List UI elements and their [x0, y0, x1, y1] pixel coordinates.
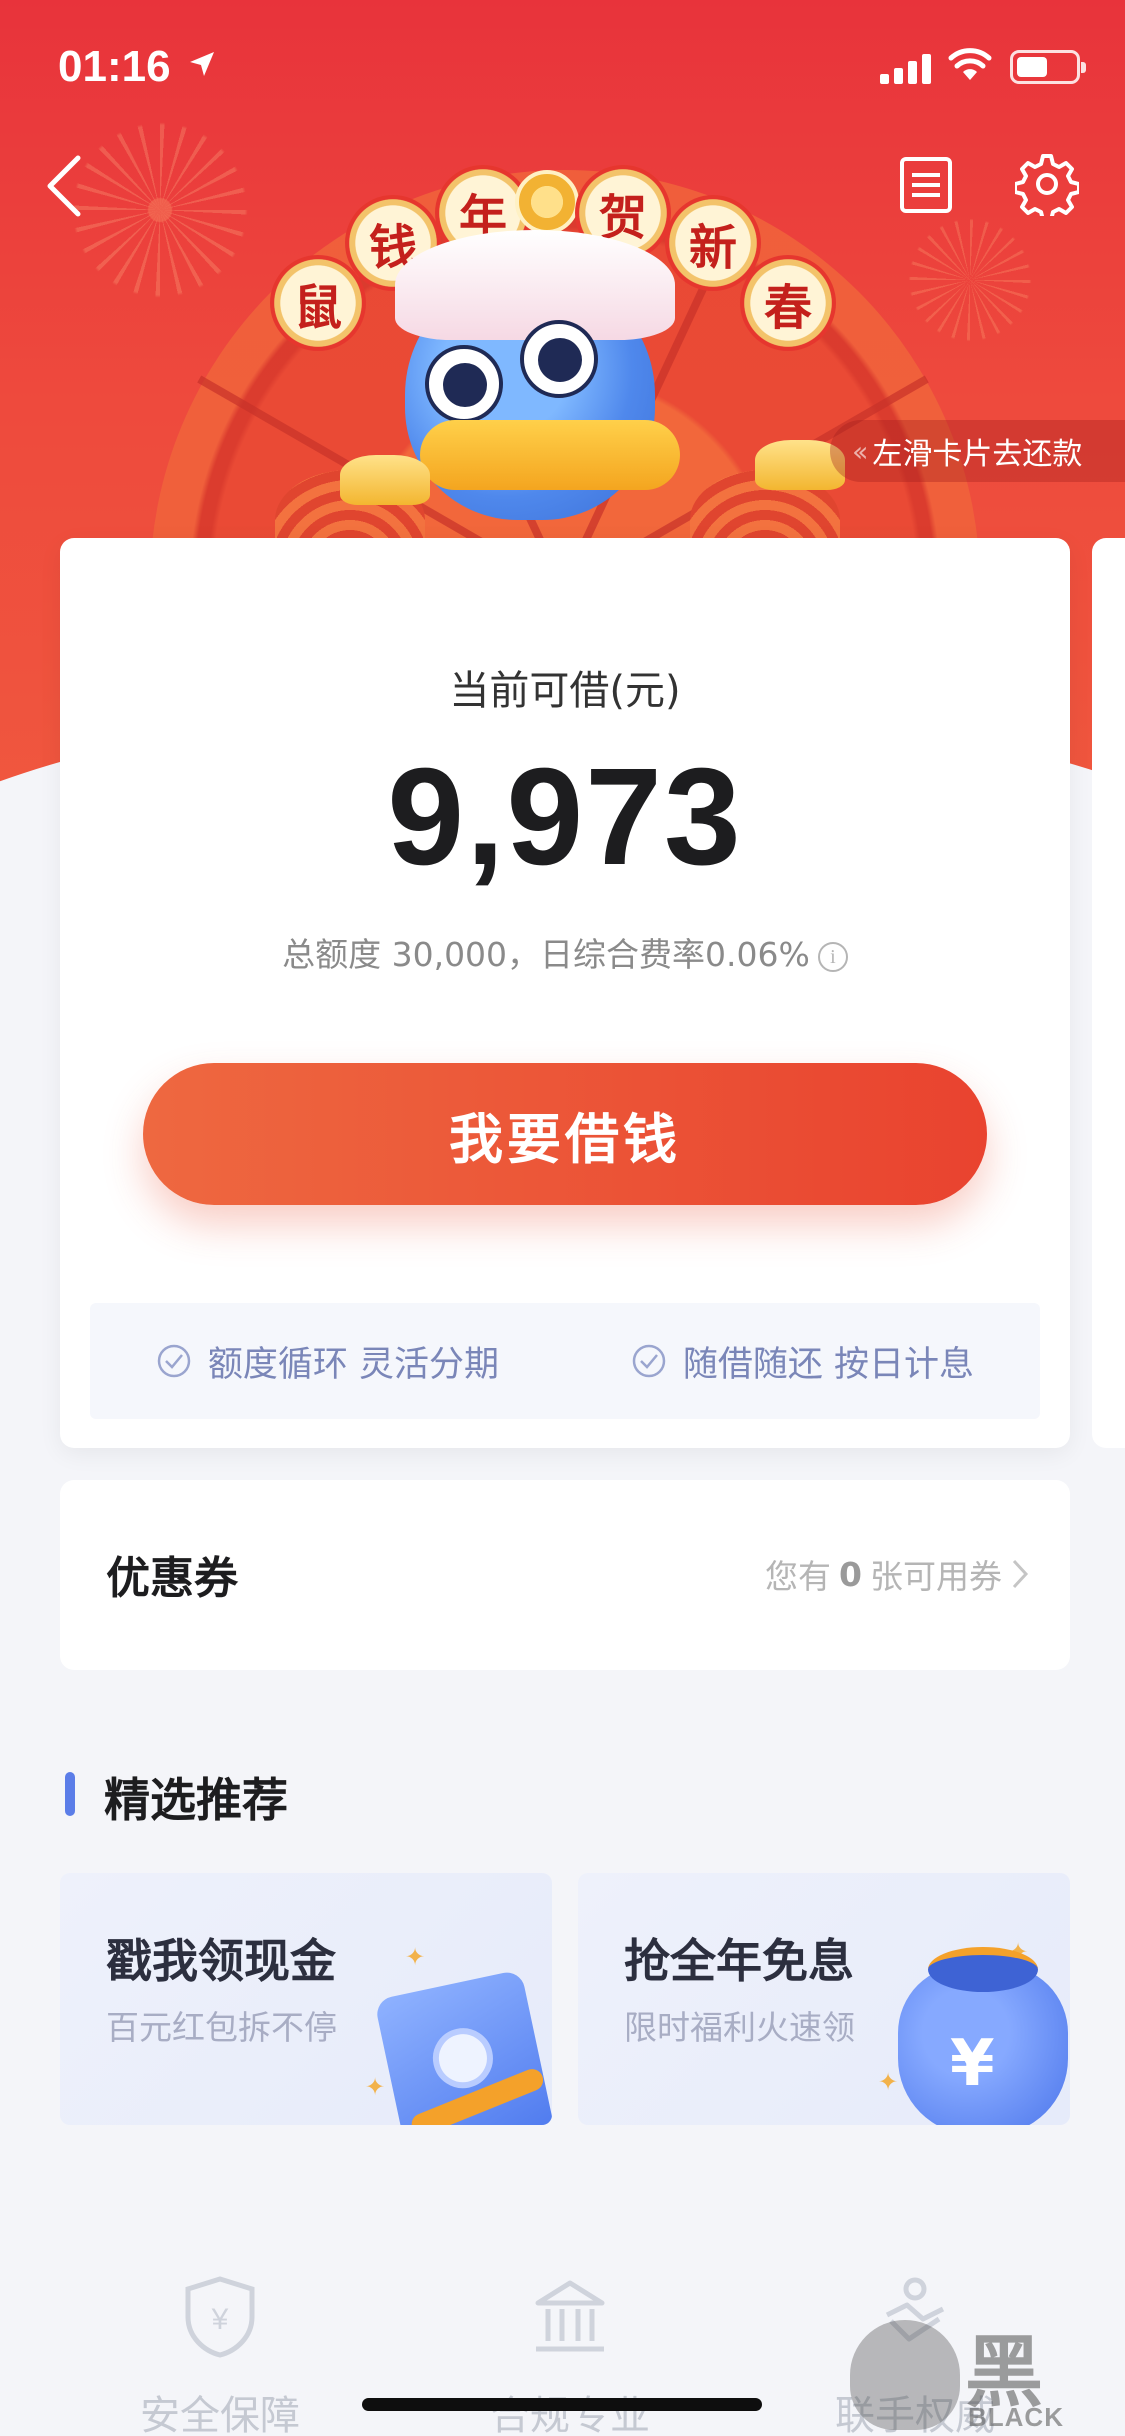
black-cat-watermark: 黑猫 BLACK CAT [850, 2310, 1120, 2436]
sparkle-icon: ✦ [878, 2068, 899, 2096]
available-amount: 9,973 [387, 740, 743, 894]
borrow-button[interactable]: 我要借钱 [143, 1063, 987, 1205]
promo-title: 抢全年免息 [624, 1934, 854, 1988]
back-icon[interactable] [38, 150, 94, 222]
promo-card-interest-free[interactable]: 抢全年免息 限时福利火速领 ✦ ✦ ¥ [578, 1873, 1070, 2125]
cellular-signal-icon [880, 52, 932, 84]
chevron-right-icon [1012, 1559, 1029, 1589]
available-label: 当前可借(元) [449, 668, 681, 714]
info-icon[interactable]: i [817, 941, 848, 972]
coin-icon [515, 170, 579, 234]
promo-title: 戳我领现金 [106, 1934, 336, 1988]
check-circle-icon [632, 1344, 666, 1378]
feature-label: 额度循环 灵活分期 [207, 1344, 500, 1385]
promo-card-cash[interactable]: 戳我领现金 百元红包拆不停 ✦ ✦ [60, 1873, 552, 2125]
trust-item: ¥ 安全保障 [95, 2275, 345, 2436]
settings-gear-icon[interactable] [1015, 152, 1079, 216]
status-bar: 01:16 [0, 0, 1125, 130]
records-list-icon[interactable] [898, 155, 954, 215]
status-time: 01:16 [58, 42, 171, 91]
feature-item: 额度循环 灵活分期 [156, 1336, 499, 1387]
recommend-title: 精选推荐 [104, 1773, 288, 1827]
wifi-icon [948, 48, 992, 80]
cat-logo-icon [850, 2320, 960, 2430]
limit-info-text: 总额度 30,000，日综合费率0.06% [282, 935, 810, 974]
home-indicator[interactable] [362, 2398, 762, 2411]
coupon-row[interactable]: 优惠券 您有 0 张可用券 [60, 1480, 1070, 1670]
money-bag-icon: ¥ [898, 1947, 1068, 2125]
sparkle-icon: ✦ [405, 1943, 426, 1971]
mascot-scarf [420, 420, 680, 490]
coupon-title: 优惠券 [106, 1553, 238, 1604]
promo-subtitle: 限时福利火速领 [624, 2008, 855, 2047]
coupon-count-value: 0 [839, 1554, 862, 1594]
feature-strip: 额度循环 灵活分期 随借随还 按日计息 [90, 1303, 1040, 1419]
svg-text:¥: ¥ [211, 2303, 229, 2336]
bank-building-icon [535, 2280, 605, 2352]
coupon-suffix: 张可用券 [870, 1557, 1002, 1596]
coupon-prefix: 您有 [765, 1557, 832, 1596]
mascot-eye [520, 320, 598, 398]
sparkle-icon: ✦ [365, 2073, 386, 2101]
coupon-count: 您有 0 张可用券 [765, 1550, 1030, 1598]
trust-label: 安全保障 [140, 2393, 300, 2436]
mascot-lion-hat [395, 230, 675, 340]
double-chevron-left-icon: ‹‹ [852, 434, 869, 468]
battery-icon [1010, 50, 1086, 84]
couplet-char: 春 [740, 255, 836, 351]
slide-hint-label: 左滑卡片去还款 [872, 437, 1083, 472]
watermark-sub: BLACK CAT [968, 2402, 1064, 2436]
next-card-peek[interactable] [1092, 538, 1125, 1448]
trust-item: 合规专业 [445, 2275, 695, 2436]
promo-subtitle: 百元红包拆不停 [106, 2008, 337, 2047]
location-arrow-icon [190, 52, 214, 76]
slide-to-repay-hint[interactable]: ‹‹ 左滑卡片去还款 [830, 420, 1125, 482]
feature-label: 随借随还 按日计息 [682, 1344, 975, 1385]
red-envelope-icon [373, 1969, 552, 2125]
couplet-char: 鼠 [270, 255, 366, 351]
limit-info: 总额度 30,000，日综合费率0.06% i [60, 928, 1070, 976]
check-circle-icon [157, 1344, 191, 1378]
feature-item: 随借随还 按日计息 [631, 1336, 974, 1387]
firework-decoration [900, 210, 1040, 350]
mascot-eye [425, 345, 503, 423]
gold-ingot-icon [340, 455, 430, 505]
loan-card: 当前可借(元) 9,973 总额度 30,000，日综合费率0.06% i 我要借… [60, 538, 1070, 1448]
shield-yen-icon: ¥ [185, 2276, 255, 2358]
section-accent-bar [65, 1772, 75, 1816]
